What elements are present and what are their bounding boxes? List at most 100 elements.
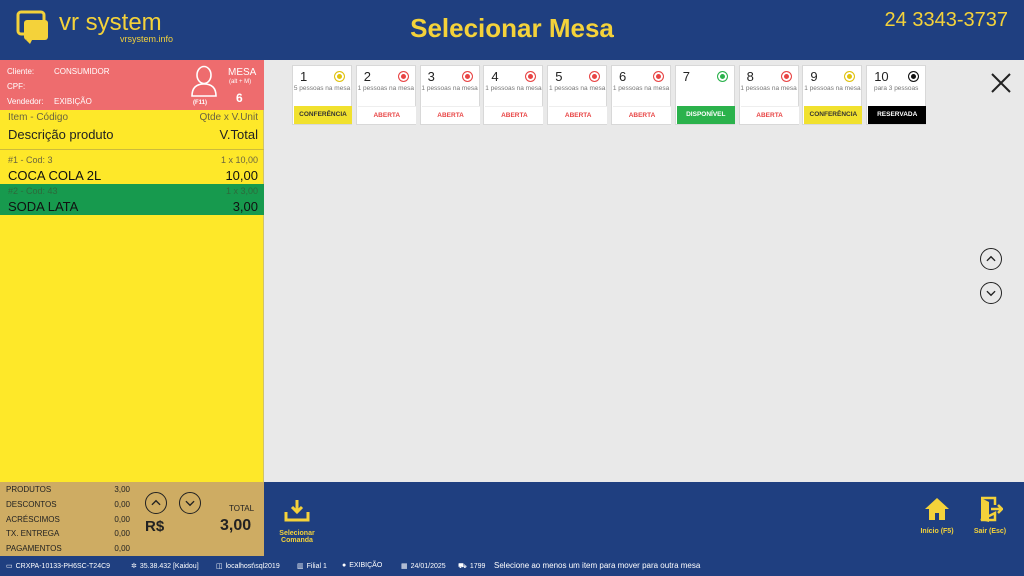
table-card[interactable]: 91 pessoas na mesa CONFERÊNCIA	[802, 65, 863, 125]
table-card[interactable]: 41 pessoas na mesa ABERTA	[483, 65, 544, 125]
table-number: 10	[874, 69, 889, 84]
table-people: 1 pessoas na mesa	[612, 85, 670, 92]
item-code-header: Item - Código	[8, 112, 69, 123]
chevron-down-icon[interactable]	[179, 492, 201, 514]
total-header: V.Total	[219, 127, 258, 142]
description-header: Descrição produto	[8, 127, 114, 142]
summary-value: 0,00	[114, 500, 130, 509]
mesa-label[interactable]: MESA	[228, 67, 256, 78]
table-status: ABERTA	[485, 106, 544, 124]
table-people: 5 pessoas na mesa	[293, 85, 351, 92]
table-card[interactable]: 10 para 3 pessoas RESERVADA	[866, 65, 927, 125]
status-dot-icon	[653, 71, 664, 82]
item-qty: 1 x 3,00	[225, 186, 258, 196]
table-status: RESERVADA	[868, 106, 927, 124]
summary-value: 0,00	[114, 544, 130, 553]
db-server: ◫ localhost\sql2019	[216, 562, 280, 570]
phone-number: 24 3343-3737	[884, 9, 1008, 31]
status-dot-icon	[908, 71, 920, 82]
item-total: 3,00	[232, 199, 258, 214]
status-message: Selecione ao menos um item para mover pa…	[494, 561, 701, 570]
item-name: COCA COLA 2L	[8, 168, 102, 183]
summary-row: ACRÉSCIMOS 0,00	[6, 515, 130, 530]
mesa-number: 6	[236, 91, 243, 105]
summary-value: 0,00	[114, 529, 130, 538]
items-column-header: Item - Código Qtde x V.Unit Descrição pr…	[0, 110, 264, 150]
order-panel: Cliente: CONSUMIDOR CPF: Vendedor: EXIBI…	[0, 60, 264, 482]
machine-id: ▭ CRXPA-10133-PH6SC-T24C9	[6, 562, 110, 570]
qty-unit-header: Qtde x V.Unit	[199, 112, 258, 123]
item-code: #1 - Cod: 3	[8, 155, 53, 165]
summary-label: TX. ENTREGA	[6, 529, 60, 538]
table-people: 1 pessoas na mesa	[357, 85, 414, 92]
customer-shortcut: (F11)	[193, 100, 208, 106]
home-icon	[925, 498, 949, 520]
table-number: 9	[810, 69, 818, 84]
bottom-toolbar: Selecionar Comanda Início (F5) Sair (Esc…	[264, 482, 1024, 556]
totals-panel: PRODUTOS 3,00 DESCONTOS 0,00 ACRÉSCIMOS 0,0…	[0, 482, 264, 556]
table-card[interactable]: 21 pessoas na mesa ABERTA	[355, 65, 416, 125]
close-icon[interactable]	[989, 71, 1013, 95]
vendedor-label: Vendedor:	[7, 97, 44, 106]
table-people: 1 pessoas na mesa	[421, 85, 478, 92]
summary-row: PRODUTOS 3,00	[6, 485, 130, 500]
table-number: 3	[427, 69, 435, 84]
user-icon: ●	[342, 562, 347, 569]
status-dot-icon	[716, 71, 728, 82]
status-dot-icon	[780, 71, 792, 82]
status-bar: ▭ CRXPA-10133-PH6SC-T24C9 ✲ 35.38.432 [Kai…	[0, 556, 1024, 576]
table-card[interactable]: 51 pessoas na mesa ABERTA	[547, 65, 608, 125]
status-dot-icon	[589, 71, 601, 82]
table-card[interactable]: 31 pessoas na mesa ABERTA	[419, 65, 480, 125]
table-status: ABERTA	[357, 106, 416, 124]
inicio-button[interactable]: Início (F5)	[914, 496, 960, 535]
scroll-down-icon[interactable]	[980, 282, 1002, 304]
cpf-label: CPF:	[7, 82, 26, 91]
order-item-row[interactable]: #1 - Cod: 3 1 x 10,00 COCA COLA 2L 10,00	[0, 153, 264, 184]
order-item-row-selected[interactable]: #2 - Cod: 43 1 x 3,00 SODA LATA 3,00	[0, 184, 264, 215]
table-people: para 3 pessoas	[873, 85, 919, 92]
customer-person-icon[interactable]	[190, 65, 218, 97]
db-server-text: localhost\sql2019	[225, 563, 280, 570]
user: ● EXIBIÇÃO	[342, 562, 382, 569]
select-comanda-button[interactable]: Selecionar Comanda	[274, 498, 320, 544]
computer-icon: ▭	[6, 563, 13, 570]
machine-id-text: CRXPA-10133-PH6SC-T24C9	[15, 563, 111, 570]
app-version-text: 35.38.432 [Kaidou]	[139, 563, 199, 570]
branch-text: Filial 1	[306, 563, 327, 570]
branch: ▥ Filial 1	[297, 562, 327, 570]
table-card[interactable]: 61 pessoas na mesa ABERTA	[611, 65, 671, 125]
table-people: 1 pessoas na mesa	[485, 85, 542, 92]
vendedor-value: EXIBIÇÃO	[54, 97, 92, 106]
page-title: Selecionar Mesa	[410, 13, 614, 43]
table-status: CONFERÊNCIA	[294, 106, 352, 124]
summary-label: PRODUTOS	[6, 485, 52, 494]
database-icon: ◫	[216, 563, 223, 570]
table-card[interactable]: 81 pessoas na mesa ABERTA	[738, 65, 799, 125]
item-qty: 1 x 10,00	[220, 155, 258, 165]
customer-panel: Cliente: CONSUMIDOR CPF: Vendedor: EXIBI…	[0, 60, 264, 110]
summary-row: DESCONTOS 0,00	[6, 500, 130, 515]
date-text: 24/01/2025	[410, 563, 446, 570]
header-bar: vr system vrsystem.info Selecionar Mesa …	[0, 0, 1024, 60]
table-card[interactable]: 15 pessoas na mesa CONFERÊNCIA	[292, 65, 352, 125]
sair-button[interactable]: Sair (Esc)	[967, 496, 1013, 535]
table-card[interactable]: 7 DISPONÍVEL	[674, 65, 735, 125]
table-status: ABERTA	[740, 106, 799, 124]
cart-count: ⛟ 1799	[458, 562, 485, 571]
total-value: 3,00	[220, 517, 252, 534]
cart-count-text: 1799	[469, 563, 486, 570]
chevron-up-icon[interactable]	[145, 492, 167, 514]
scroll-up-icon[interactable]	[980, 248, 1002, 270]
table-number: 5	[555, 69, 563, 84]
table-status: DISPONÍVEL	[676, 106, 735, 124]
inicio-label: Início (F5)	[920, 528, 954, 535]
app-window: vr system vrsystem.info Selecionar Mesa …	[0, 0, 1024, 576]
sair-label: Sair (Esc)	[973, 528, 1007, 535]
date: ▦ 24/01/2025	[401, 562, 446, 570]
total-label: TOTAL	[229, 504, 255, 513]
table-number: 1	[300, 69, 308, 84]
table-people: 1 pessoas na mesa	[740, 85, 797, 92]
summary-value: 0,00	[114, 515, 130, 524]
summary-row: TX. ENTREGA 0,00	[6, 529, 130, 544]
